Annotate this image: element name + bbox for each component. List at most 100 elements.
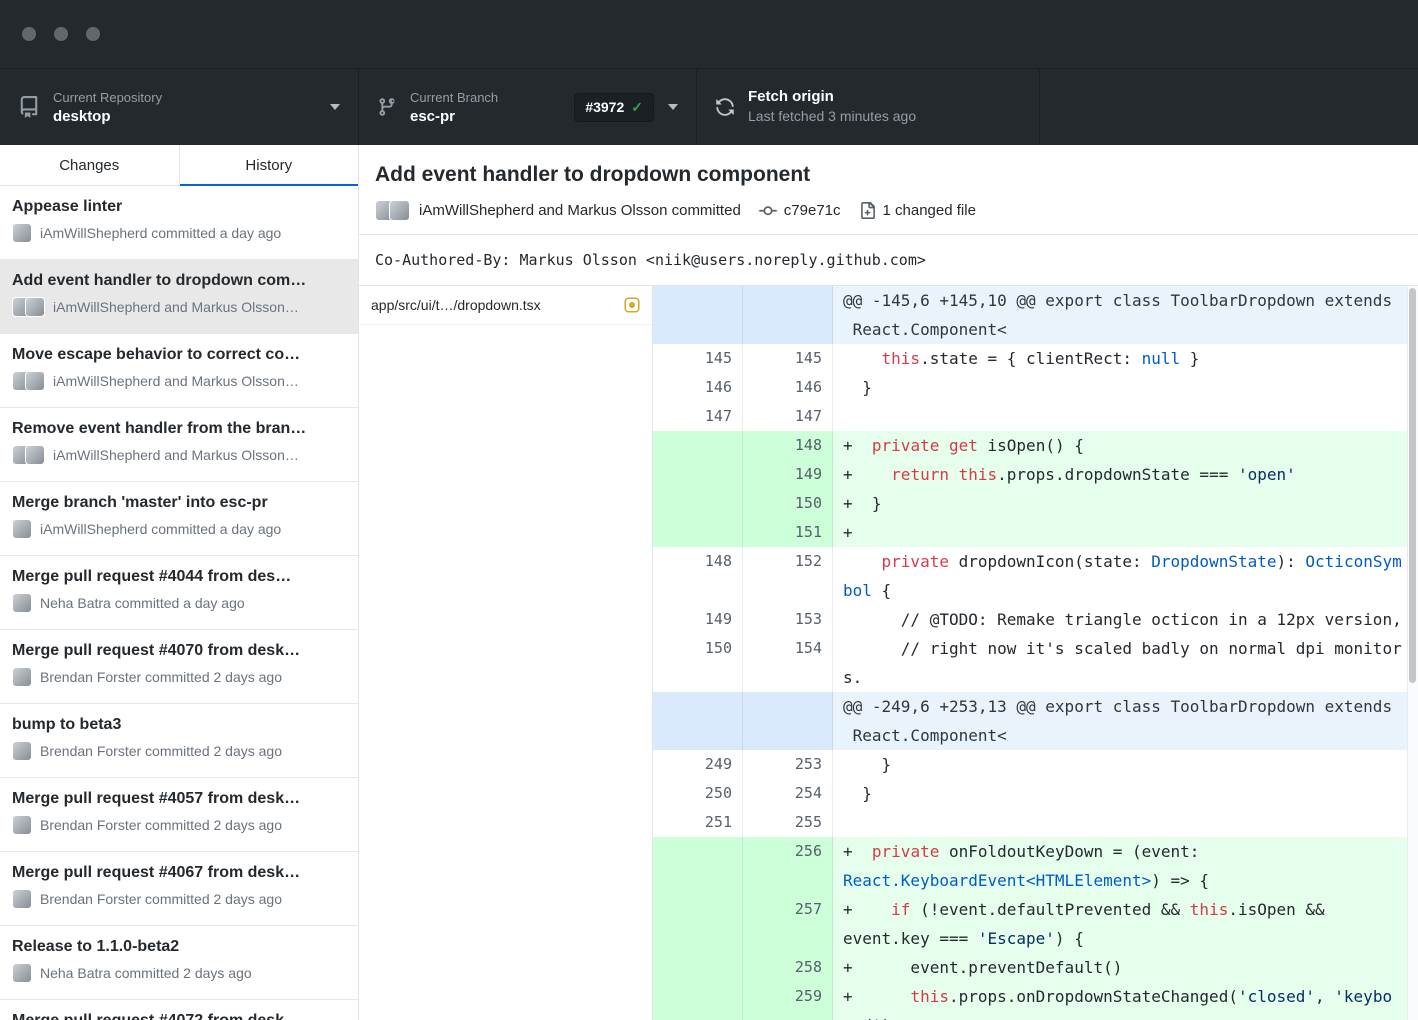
diff-gutter-old [653, 431, 743, 460]
commit-title: Move escape behavior to correct co… [12, 346, 346, 364]
sync-icon [715, 97, 735, 117]
commit-meta: Brendan Forster committed 2 days ago [12, 889, 346, 909]
diff-gutter-new: 149 [743, 460, 833, 489]
ci-check-icon: ✓ [631, 99, 643, 116]
commit-author-avatars [375, 200, 410, 221]
commit-meta: Neha Batra committed 2 days ago [12, 963, 346, 983]
fetch-label: Fetch origin [748, 88, 916, 105]
diff-code: + } [833, 489, 1407, 518]
diff-gutter-new [743, 692, 833, 750]
diff-code: // @TODO: Remake triangle octicon in a 1… [833, 605, 1407, 634]
chevron-down-icon [330, 104, 340, 110]
diff-gutter-new: 148 [743, 431, 833, 460]
minimize-button[interactable] [54, 27, 68, 41]
diff-code: + event.preventDefault() [833, 953, 1407, 982]
diff-gutter-old: 150 [653, 634, 743, 692]
diff-code: } [833, 779, 1407, 808]
repository-label: Current Repository [53, 90, 162, 105]
diff-code: + if (!event.defaultPrevented && this.is… [833, 895, 1407, 953]
diff-line: 256+ private onFoldoutKeyDown = (event:R… [653, 837, 1407, 895]
diff-gutter-new: 253 [743, 750, 833, 779]
commit-list-item[interactable]: Remove event handler from the bran…iAmWi… [0, 408, 358, 482]
diff-code-line: @@ -249,6 +253,13 @@ export class Toolba… [843, 692, 1407, 721]
tab-history[interactable]: History [180, 145, 359, 185]
file-list-item[interactable]: app/src/ui/t…/dropdown.tsx [359, 286, 652, 325]
commit-title: Merge pull request #4070 from desk… [12, 642, 346, 660]
diff-gutter-old [653, 460, 743, 489]
diff-gutter-new: 152 [743, 547, 833, 605]
diff-line: 151+ [653, 518, 1407, 547]
file-diff-icon [859, 202, 876, 219]
diff-gutter-new: 153 [743, 605, 833, 634]
commit-sha-group: c79e71c [759, 202, 841, 220]
diff-gutter-old: 149 [653, 605, 743, 634]
tab-changes[interactable]: Changes [0, 145, 180, 185]
commit-list-item[interactable]: Merge branch 'master' into esc-priAmWill… [0, 482, 358, 556]
diff-code: private dropdownIcon(state: DropdownStat… [833, 547, 1407, 605]
commit-meta-text: Brendan Forster committed 2 days ago [40, 743, 282, 759]
commit-list-item[interactable]: Merge pull request #4072 from desk…Brend… [0, 1000, 358, 1020]
diff-gutter-old [653, 518, 743, 547]
diff-gutter-old [653, 953, 743, 982]
close-button[interactable] [22, 27, 36, 41]
diff-gutter-old: 146 [653, 373, 743, 402]
avatar [25, 371, 45, 391]
diff-gutter-old [653, 837, 743, 895]
commit-list-item[interactable]: Add event handler to dropdown com…iAmWil… [0, 260, 358, 334]
diff-gutter-old [653, 286, 743, 344]
commit-list-item[interactable]: bump to beta3 Brendan Forster committed 2… [0, 704, 358, 778]
commit-list-item[interactable]: Move escape behavior to correct co… iAmWi… [0, 334, 358, 408]
diff-code-line: + return this.props.dropdownState === 'o… [843, 460, 1407, 489]
diff-code-line [843, 808, 1407, 837]
diff-code: @@ -249,6 +253,13 @@ export class Toolba… [833, 692, 1407, 750]
commit-meta: iAmWillShepherd and Markus Olsson… [12, 371, 346, 391]
diff-code-line [843, 402, 1407, 431]
commit-title: bump to beta3 [12, 716, 346, 734]
commit-description: Co-Authored-By: Markus Olsson <niik@user… [359, 234, 1418, 286]
chevron-down-icon [668, 104, 678, 110]
commit-list-item[interactable]: Merge pull request #4067 from desk…Brend… [0, 852, 358, 926]
branch-switcher[interactable]: Current Branch esc-pr #3972 ✓ [359, 69, 697, 145]
pr-number-badge: #3972 ✓ [574, 93, 654, 122]
commit-title: Merge pull request #4072 from desk… [12, 1012, 346, 1020]
diff-code-line: // right now it's scaled badly on normal… [843, 634, 1407, 663]
pr-number: #3972 [585, 99, 624, 115]
commit-list-item[interactable]: Appease linteriAmWillShepherd committed … [0, 186, 358, 260]
diff-hunk-header: @@ -249,6 +253,13 @@ export class Toolba… [653, 692, 1407, 750]
repository-switcher[interactable]: Current Repository desktop [0, 69, 359, 145]
vertical-scrollbar[interactable] [1407, 286, 1418, 1020]
avatar-stack [12, 223, 32, 243]
fetch-origin-button[interactable]: Fetch origin Last fetched 3 minutes ago [697, 69, 1040, 145]
diff-view: @@ -145,6 +145,10 @@ export class Toolba… [653, 286, 1407, 1020]
commit-detail: Add event handler to dropdown component … [359, 145, 1418, 1020]
commit-meta: Brendan Forster committed 2 days ago [12, 815, 346, 835]
avatar [12, 593, 32, 613]
traffic-lights [22, 27, 100, 41]
diff-code-line: + private onFoldoutKeyDown = (event: [843, 837, 1407, 866]
commit-list-item[interactable]: Merge pull request #4070 from desk…Brend… [0, 630, 358, 704]
commit-meta-text: iAmWillShepherd committed a day ago [40, 225, 281, 241]
scrollbar-thumb[interactable] [1409, 288, 1416, 683]
diff-code-line: + [843, 518, 1407, 547]
zoom-button[interactable] [86, 27, 100, 41]
diff-line: 258+ event.preventDefault() [653, 953, 1407, 982]
diff-line: 148152 private dropdownIcon(state: Dropd… [653, 547, 1407, 605]
commit-list: Appease linteriAmWillShepherd committed … [0, 186, 358, 1020]
diff-code-line: + this.props.onDropdownStateChanged('clo… [843, 982, 1407, 1011]
avatar [25, 445, 45, 465]
sidebar-tabs: Changes History [0, 145, 358, 186]
avatar [12, 815, 32, 835]
commit-list-item[interactable]: Merge pull request #4057 from desk…Brend… [0, 778, 358, 852]
commit-list-item[interactable]: Release to 1.1.0-beta2Neha Batra committ… [0, 926, 358, 1000]
diff-code-line: // @TODO: Remake triangle octicon in a 1… [843, 605, 1407, 634]
commit-list-item[interactable]: Merge pull request #4044 from des…Neha B… [0, 556, 358, 630]
commit-title: Add event handler to dropdown com… [12, 272, 346, 290]
diff-gutter-new: 145 [743, 344, 833, 373]
diff-gutter-old: 145 [653, 344, 743, 373]
commit-title: Merge pull request #4044 from des… [12, 568, 346, 586]
window-body: Changes History Appease linteriAmWillShe… [0, 145, 1418, 1020]
changed-files-panel: app/src/ui/t…/dropdown.tsx [359, 286, 653, 1020]
avatar [389, 200, 410, 221]
avatar [12, 741, 32, 761]
avatar-stack [12, 445, 45, 465]
